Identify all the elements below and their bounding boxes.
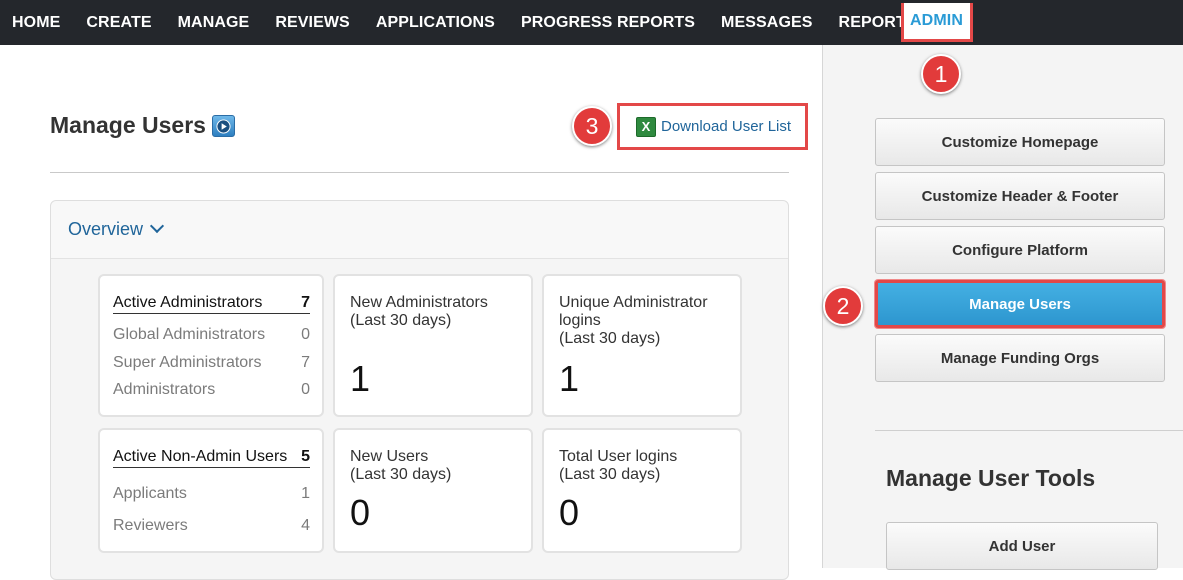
metric-value: 0 [350, 492, 371, 533]
metric-label-line: New Administrators [350, 294, 488, 311]
metric-value: 1 [559, 358, 580, 399]
active-administrators-card: Active Administrators 7 Global Administr… [98, 274, 324, 417]
download-user-list-label: Download User List [661, 118, 792, 135]
page-title: Manage Users [50, 112, 206, 138]
stat-value: 5 [301, 448, 310, 465]
new-administrators-card: New Administrators (Last 30 days) 1 [333, 274, 533, 417]
stat-label: Applicants [113, 485, 187, 502]
active-non-admin-users-card: Active Non-Admin Users 5 Applicants 1 Re… [98, 428, 324, 553]
metric-label-line: New Users [350, 448, 429, 465]
stat-value: 4 [301, 517, 310, 534]
stat-label: Reviewers [113, 517, 188, 534]
stat-value: 7 [301, 354, 310, 371]
stat-value: 1 [301, 485, 310, 502]
overview-toggle[interactable]: Overview [51, 201, 788, 259]
stat-label: Active Non-Admin Users [113, 448, 288, 465]
nav-messages[interactable]: MESSAGES [708, 0, 826, 45]
overview-label: Overview [68, 219, 144, 239]
stat-label: Super Administrators [113, 354, 262, 371]
nav-applications[interactable]: APPLICATIONS [363, 0, 508, 45]
manage-users-button[interactable]: Manage Users [875, 280, 1165, 328]
play-circle-icon[interactable] [212, 115, 235, 137]
nav-admin[interactable]: ADMIN [896, 0, 977, 45]
callout-1: 1 [921, 54, 961, 94]
nav-home[interactable]: HOME [0, 0, 73, 45]
metric-label-line: Total User logins [559, 448, 678, 465]
metric-value: 1 [350, 358, 371, 399]
sidebar-divider [875, 430, 1183, 431]
metric-label-line: Unique Administrator [559, 294, 708, 311]
metric-label-line: logins [559, 312, 601, 329]
excel-icon: X [636, 116, 656, 137]
list-item: Global Administrators 0 [113, 326, 310, 344]
nav-manage[interactable]: MANAGE [165, 0, 263, 45]
admin-sidebar: Customize Homepage Customize Header & Fo… [822, 45, 1183, 570]
list-item: Applicants 1 [113, 485, 310, 503]
metric-label-line: (Last 30 days) [350, 312, 452, 329]
list-item: Administrators 0 [113, 381, 310, 399]
active-administrators-header: Active Administrators 7 [113, 294, 310, 314]
stat-value: 7 [301, 294, 310, 311]
configure-platform-button[interactable]: Configure Platform [875, 226, 1165, 274]
header-divider [50, 172, 789, 173]
nav-admin-label: ADMIN [900, 3, 973, 42]
metric-label: New Users (Last 30 days) [350, 448, 530, 484]
stat-label: Active Administrators [113, 294, 263, 311]
total-user-logins-card: Total User logins (Last 30 days) 0 [542, 428, 742, 553]
metric-label: Total User logins (Last 30 days) [559, 448, 739, 484]
metric-label: Unique Administrator logins (Last 30 day… [559, 294, 739, 348]
customize-header-footer-button[interactable]: Customize Header & Footer [875, 172, 1165, 220]
metric-value: 0 [559, 492, 580, 533]
metric-label: New Administrators (Last 30 days) [350, 294, 530, 330]
metric-label-line: (Last 30 days) [350, 466, 452, 483]
stat-label: Administrators [113, 381, 216, 398]
chevron-down-icon [149, 218, 165, 234]
list-item: Super Administrators 7 [113, 354, 310, 372]
overview-panel: Overview Active Administrators 7 Global … [50, 200, 789, 580]
list-item: Reviewers 4 [113, 517, 310, 535]
stat-value: 0 [301, 381, 310, 398]
metric-label-line: (Last 30 days) [559, 466, 661, 483]
metric-label-line: (Last 30 days) [559, 330, 661, 347]
stat-value: 0 [301, 326, 310, 343]
stat-label: Global Administrators [113, 326, 266, 343]
nav-reviews[interactable]: REVIEWS [262, 0, 363, 45]
unique-admin-logins-card: Unique Administrator logins (Last 30 day… [542, 274, 742, 417]
manage-user-tools-title: Manage User Tools [886, 465, 1096, 491]
manage-funding-orgs-button[interactable]: Manage Funding Orgs [875, 334, 1165, 382]
top-navigation: HOME CREATE MANAGE REVIEWS APPLICATIONS … [0, 0, 1183, 45]
new-users-card: New Users (Last 30 days) 0 [333, 428, 533, 553]
nav-progress-reports[interactable]: PROGRESS REPORTS [508, 0, 708, 45]
active-non-admin-users-header: Active Non-Admin Users 5 [113, 448, 310, 468]
customize-homepage-button[interactable]: Customize Homepage [875, 118, 1165, 166]
nav-create[interactable]: CREATE [73, 0, 164, 45]
add-user-button[interactable]: Add User [886, 522, 1158, 570]
callout-2: 2 [823, 286, 863, 326]
download-user-list-link[interactable]: X Download User List [617, 103, 808, 150]
callout-3: 3 [572, 106, 612, 146]
